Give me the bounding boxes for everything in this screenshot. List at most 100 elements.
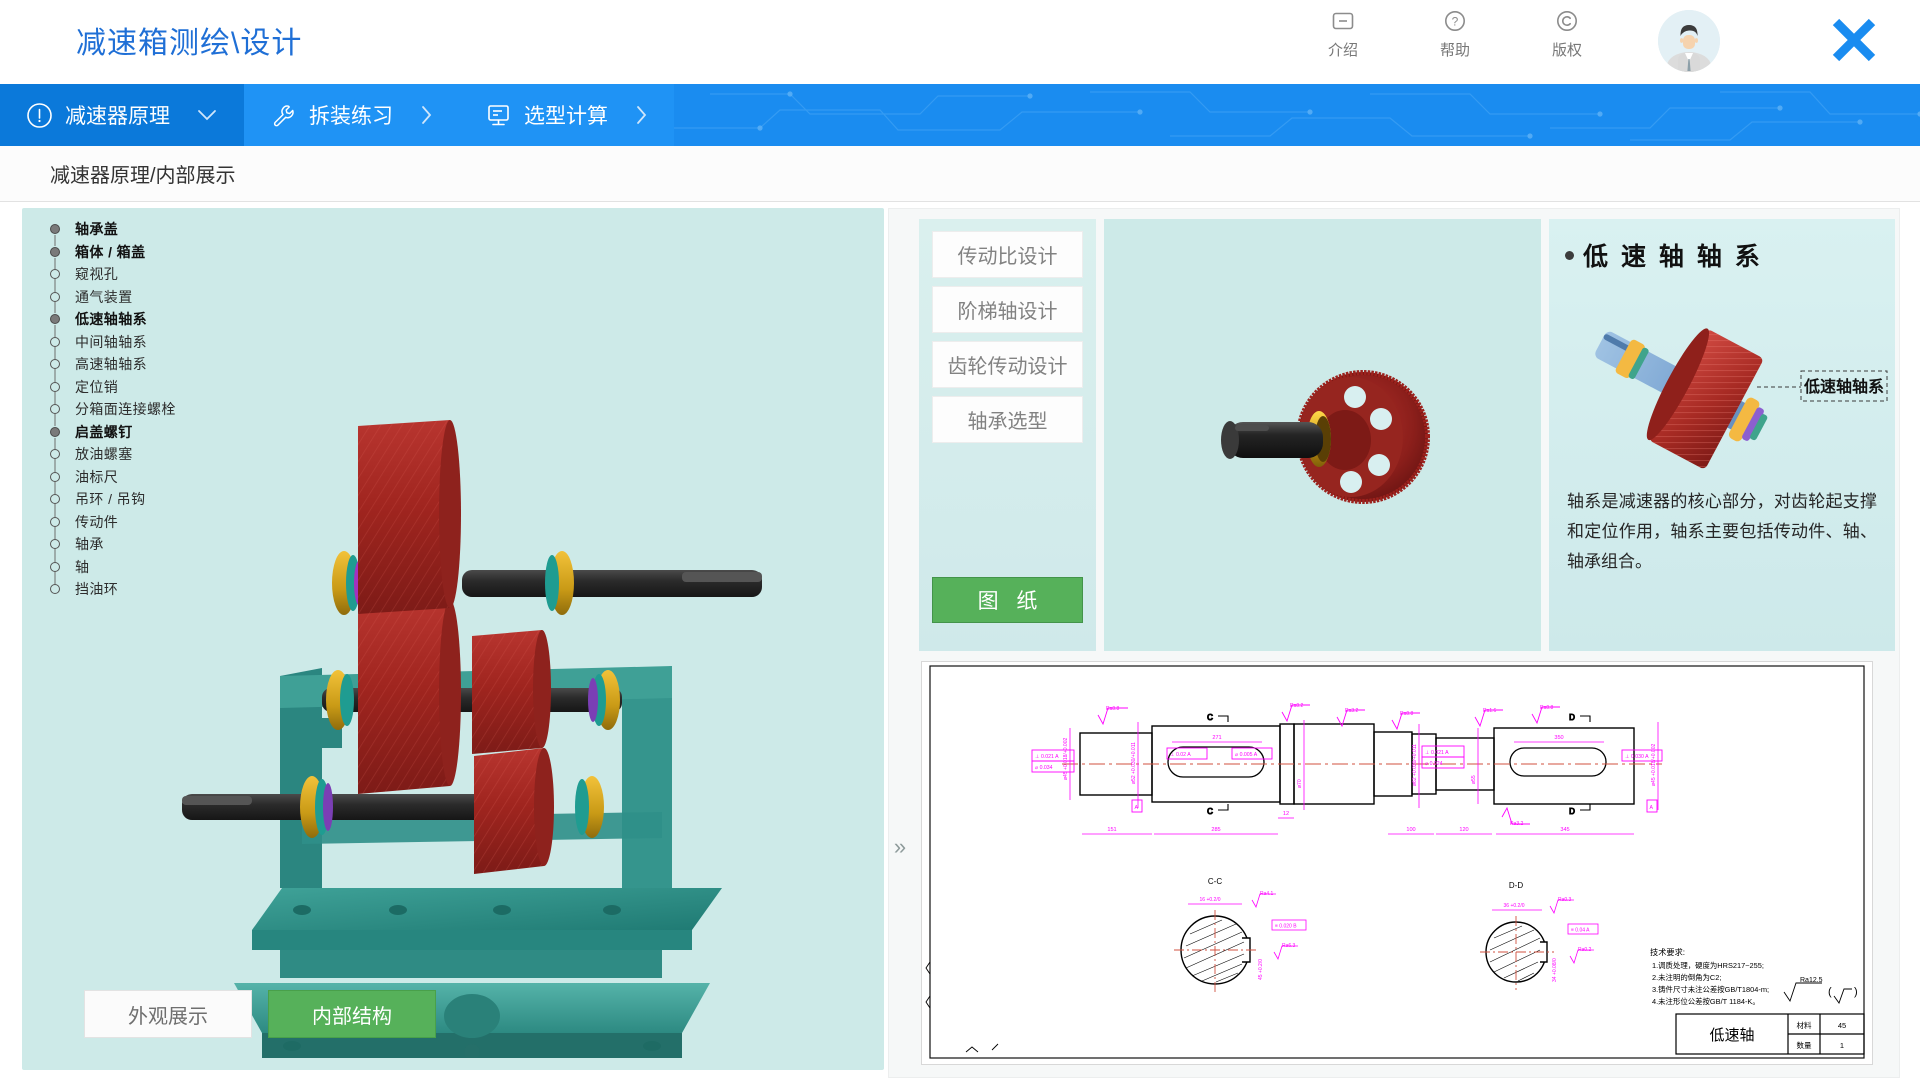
part-node-marker xyxy=(44,218,66,252)
part-list-item-label: 启盖螺钉 xyxy=(75,423,133,440)
svg-text:): ) xyxy=(1854,986,1858,998)
close-button[interactable] xyxy=(1828,14,1880,66)
svg-text:ø45 +0.018/+0.002: ø45 +0.018/+0.002 xyxy=(1063,738,1069,780)
svg-text:36 +0.2/0: 36 +0.2/0 xyxy=(1504,903,1525,909)
part-list-item[interactable]: 窥视孔 xyxy=(44,263,324,286)
nav-item-selection[interactable]: 选型计算 xyxy=(459,84,674,146)
nav-items: 减速器原理 拆装练习 选型计算 xyxy=(0,84,1920,146)
svg-text:⊥ 0.02 A: ⊥ 0.02 A xyxy=(1170,752,1191,758)
svg-text:D: D xyxy=(1569,713,1575,722)
svg-text:Ra6.3: Ra6.3 xyxy=(1282,943,1296,949)
svg-text:Ra3.2: Ra3.2 xyxy=(1345,708,1359,714)
svg-text:C: C xyxy=(1207,807,1213,816)
nav-label-principle: 减速器原理 xyxy=(65,105,170,128)
part-node-marker xyxy=(44,443,66,466)
part-list-item[interactable]: 通气装置 xyxy=(44,285,324,308)
part-node-marker xyxy=(44,353,66,376)
part-list-item[interactable]: 低速轴轴系 xyxy=(44,308,324,331)
svg-text:16 +0.2/0: 16 +0.2/0 xyxy=(1200,897,1221,903)
nav-bar: 减速器原理 拆装练习 选型计算 xyxy=(0,84,1920,146)
svg-text:2.未注明的倒角为C2;: 2.未注明的倒角为C2; xyxy=(1652,973,1721,982)
intro-button[interactable]: 介绍 xyxy=(1312,8,1374,60)
chevron-right-icon xyxy=(634,104,648,126)
svg-text:1: 1 xyxy=(1840,1041,1844,1050)
part-node-marker xyxy=(44,263,66,286)
part-list-item-label: 传动件 xyxy=(75,513,119,530)
svg-text:271: 271 xyxy=(1212,735,1221,741)
callout-label: 低速轴轴系 xyxy=(1803,377,1884,396)
part-list-item-label: 轴 xyxy=(75,558,90,575)
svg-text:350: 350 xyxy=(1554,735,1563,741)
svg-text:Ra0.2: Ra0.2 xyxy=(1290,703,1304,709)
part-node-marker xyxy=(44,308,66,331)
svg-text:45: 45 xyxy=(1838,1021,1846,1030)
svg-text:120: 120 xyxy=(1459,827,1468,833)
svg-text:⊥ 0.030 A: ⊥ 0.030 A xyxy=(1625,754,1649,760)
help-button[interactable]: ? 帮助 xyxy=(1424,8,1486,60)
part-node-marker xyxy=(44,555,66,578)
engineering-drawing[interactable]: ⊥ 0.021 A ⌀ 0.034 ⊥ 0.02 A ⌀ 0.005 A ⊥ 0… xyxy=(921,661,1873,1065)
svg-text:⊥ 0.021 A: ⊥ 0.021 A xyxy=(1425,750,1449,756)
info-card: 低 速 轴 轴 系 低速轴轴系 轴系是减速器的核心部分，对齿轮起支撑和定位作用，… xyxy=(1549,219,1895,651)
svg-text:Ra0.2: Ra0.2 xyxy=(1578,947,1592,953)
part-node-marker xyxy=(44,465,66,488)
bearing-selection-button[interactable]: 轴承选型 xyxy=(932,396,1083,443)
avatar[interactable] xyxy=(1658,10,1720,72)
info-circle-icon xyxy=(26,102,53,129)
part-node-marker xyxy=(44,533,66,556)
nav-item-disassembly[interactable]: 拆装练习 xyxy=(244,84,459,146)
part-list-item-label: 通气装置 xyxy=(75,288,133,305)
svg-text:100: 100 xyxy=(1406,827,1415,833)
part-list-item-label: 定位销 xyxy=(75,378,119,395)
stepped-shaft-design-button[interactable]: 阶梯轴设计 xyxy=(932,286,1083,333)
part-list-item[interactable]: 轴承盖 xyxy=(44,218,324,252)
part-list-item[interactable]: 箱体 / 箱盖 xyxy=(44,240,324,263)
part-list-item-label: 箱体 / 箱盖 xyxy=(75,243,146,260)
interior-structure-button[interactable]: 内部结构 xyxy=(268,990,436,1038)
svg-text:12: 12 xyxy=(1283,811,1289,817)
part-node-marker xyxy=(44,510,66,533)
exterior-view-button[interactable]: 外观展示 xyxy=(84,990,252,1038)
svg-text:ø52 +0.030/+0.011: ø52 +0.030/+0.011 xyxy=(1131,742,1137,784)
gear-transmission-design-button[interactable]: 齿轮传动设计 xyxy=(932,341,1083,388)
part-list-item[interactable]: 中间轴轴系 xyxy=(44,330,324,353)
part-list-item[interactable]: 定位销 xyxy=(44,375,324,398)
part-list-item-label: 吊环 / 吊钩 xyxy=(75,491,146,508)
gearbox-3d-model[interactable] xyxy=(162,418,782,1058)
drawing-button[interactable]: 图 纸 xyxy=(932,577,1083,623)
part-list-item-label: 高速轴轴系 xyxy=(75,356,147,373)
part-list-item[interactable]: 高速轴轴系 xyxy=(44,353,324,376)
svg-text:C: C xyxy=(1207,713,1213,722)
svg-text:Ra3.2: Ra3.2 xyxy=(1510,821,1524,827)
svg-text:Ra0.3: Ra0.3 xyxy=(1558,897,1572,903)
part-node-marker xyxy=(44,578,66,601)
collapse-panel-handle[interactable]: » xyxy=(888,833,912,861)
svg-text:3.铸件尺寸未注公差按GB/T1804-m;: 3.铸件尺寸未注公差按GB/T1804-m; xyxy=(1652,985,1769,994)
ratio-design-button[interactable]: 传动比设计 xyxy=(932,231,1083,278)
svg-text:ø62 +0.030/+0.011: ø62 +0.030/+0.011 xyxy=(1412,744,1418,786)
info-card-title-row: 低 速 轴 轴 系 xyxy=(1565,237,1895,273)
minus-box-icon xyxy=(1330,8,1356,34)
info-card-description: 轴系是减速器的核心部分，对齿轮起支撑和定位作用，轴系主要包括传动件、轴、轴承组合… xyxy=(1567,492,1877,571)
top-bar: 减速箱测绘\设计 介绍 ? 帮助 版权 xyxy=(0,0,1920,84)
monitor-icon xyxy=(485,102,512,129)
breadcrumb: 减速器原理/内部展示 xyxy=(0,146,1920,202)
high-speed-shaft xyxy=(332,420,762,615)
right-panel: 传动比设计 阶梯轴设计 齿轮传动设计 轴承选型 图 纸 低 速 轴 轴 系 低速… xyxy=(888,208,1900,1078)
part-node-marker xyxy=(44,285,66,308)
part-node-marker xyxy=(44,375,66,398)
svg-text:Ra1.6: Ra1.6 xyxy=(1483,708,1497,714)
part-list-item-label: 低速轴轴系 xyxy=(75,311,147,328)
svg-text:Ra12.5: Ra12.5 xyxy=(1800,977,1823,984)
view-toggle-group: 外观展示 内部结构 xyxy=(84,990,436,1038)
nav-item-principle[interactable]: 减速器原理 xyxy=(0,84,244,146)
shaft-assembly-viewer[interactable] xyxy=(1104,219,1541,651)
svg-text:技术要求:: 技术要求: xyxy=(1650,947,1685,957)
wrench-icon xyxy=(270,102,297,129)
svg-text:⌀ 0.034: ⌀ 0.034 xyxy=(1035,765,1053,771)
svg-text:⌀ 0.024: ⌀ 0.024 xyxy=(1425,761,1443,767)
top-icon-group: 介绍 ? 帮助 版权 xyxy=(1312,8,1598,60)
copyright-button[interactable]: 版权 xyxy=(1536,8,1598,60)
svg-text:ø45 +0.018/+0.002: ø45 +0.018/+0.002 xyxy=(1651,744,1657,786)
svg-text:Ra0.8: Ra0.8 xyxy=(1106,706,1120,712)
